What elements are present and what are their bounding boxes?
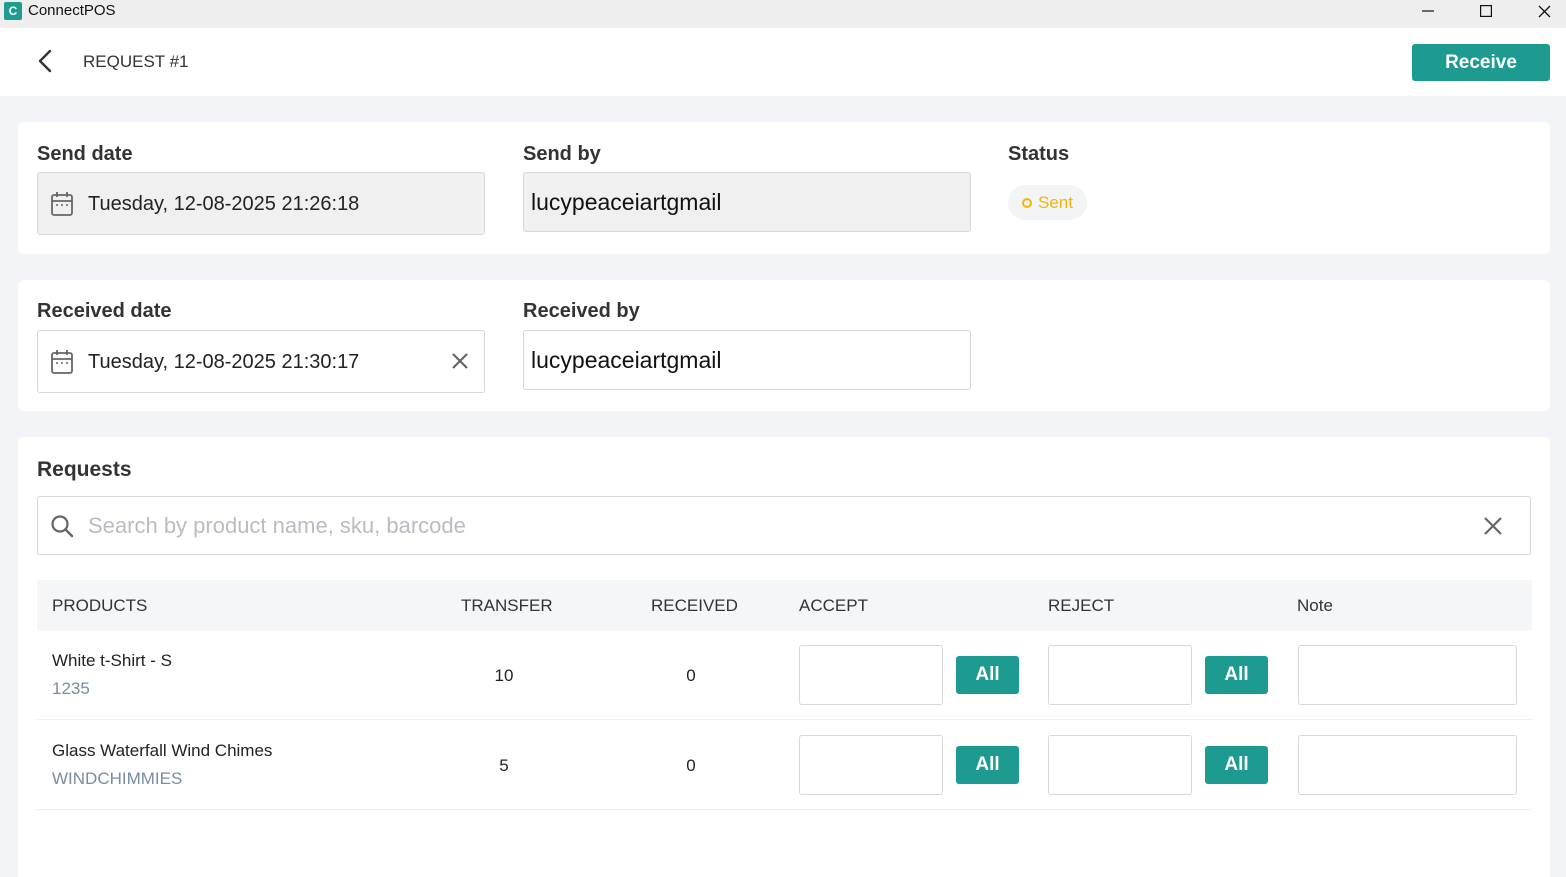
send-date-value: Tuesday, 12-08-2025 21:26:18	[88, 193, 360, 215]
requests-card: Requests PRODUCTS TRANSFER RECEIVED ACCE…	[18, 437, 1550, 877]
accept-qty-input[interactable]	[799, 735, 943, 795]
send-date-field: Tuesday, 12-08-2025 21:26:18	[37, 172, 485, 235]
column-header-accept: ACCEPT	[799, 596, 868, 615]
column-header-reject: REJECT	[1048, 596, 1115, 615]
transfer-qty: 10	[494, 666, 514, 685]
status-value: Sent	[1038, 192, 1073, 212]
status-badge: Sent	[1008, 185, 1087, 220]
clear-date-icon[interactable]	[448, 349, 472, 378]
table-header: PRODUCTS TRANSFER RECEIVED ACCEPT REJECT…	[37, 580, 1532, 631]
reject-all-button[interactable]: All	[1205, 656, 1268, 694]
transfer-qty: 5	[499, 756, 509, 775]
status-label: Status	[1008, 143, 1070, 165]
received-date-label: Received date	[37, 300, 172, 322]
table-row: White t-Shirt - S 1235 10 0 All All	[37, 631, 1532, 720]
status-dot-icon	[1022, 197, 1032, 208]
receive-info-card: Received date Tuesday, 12-08-2025 21:30:…	[18, 280, 1550, 411]
note-input[interactable]	[1298, 645, 1517, 705]
send-date-label: Send date	[37, 143, 133, 165]
received-by-label: Received by	[523, 300, 640, 322]
product-sku: WINDCHIMMIES	[52, 769, 183, 788]
back-arrow-icon[interactable]	[30, 46, 60, 76]
send-info-card: Send date Tuesday, 12-08-2025 21:26:18 S…	[18, 122, 1550, 254]
connectpos-logo-icon: C	[4, 2, 22, 20]
reject-qty-input[interactable]	[1048, 645, 1192, 705]
accept-all-button[interactable]: All	[956, 746, 1019, 784]
send-by-label: Send by	[523, 143, 601, 165]
window-titlebar: C ConnectPOS	[0, 0, 1566, 28]
product-name: White t-Shirt - S	[52, 651, 172, 670]
accept-qty-input[interactable]	[799, 645, 943, 705]
page-title: REQUEST #1	[83, 52, 189, 71]
column-header-products: PRODUCTS	[52, 596, 148, 615]
calendar-icon	[50, 349, 74, 380]
column-header-transfer: TRANSFER	[461, 596, 553, 615]
received-by-field[interactable]: lucypeaceiartgmail	[523, 330, 971, 390]
received-date-field[interactable]: Tuesday, 12-08-2025 21:30:17	[37, 330, 485, 393]
table-row: Glass Waterfall Wind Chimes WINDCHIMMIES…	[37, 721, 1532, 810]
received-by-value: lucypeaceiartgmail	[531, 347, 722, 373]
send-by-field: lucypeaceiartgmail	[523, 172, 971, 232]
accept-all-button[interactable]: All	[956, 656, 1019, 694]
clear-search-icon[interactable]	[1482, 515, 1504, 542]
received-date-value: Tuesday, 12-08-2025 21:30:17	[88, 351, 360, 373]
receive-button[interactable]: Receive	[1412, 44, 1550, 81]
search-box	[37, 496, 1531, 555]
search-icon	[50, 514, 74, 543]
minimize-icon[interactable]	[1405, 0, 1451, 22]
calendar-icon	[50, 191, 74, 222]
received-qty: 0	[686, 756, 696, 775]
column-header-note: Note	[1297, 596, 1333, 615]
page-header: REQUEST #1 Receive	[0, 28, 1566, 96]
received-qty: 0	[686, 666, 696, 685]
reject-qty-input[interactable]	[1048, 735, 1192, 795]
product-name: Glass Waterfall Wind Chimes	[52, 741, 273, 760]
send-by-value: lucypeaceiartgmail	[531, 189, 722, 215]
search-input[interactable]	[88, 507, 1468, 545]
note-input[interactable]	[1298, 735, 1517, 795]
requests-title: Requests	[37, 458, 132, 481]
close-window-icon[interactable]	[1521, 0, 1566, 22]
column-header-received: RECEIVED	[651, 596, 738, 615]
reject-all-button[interactable]: All	[1205, 746, 1268, 784]
maximize-icon[interactable]	[1463, 0, 1509, 22]
window-title: ConnectPOS	[28, 2, 116, 19]
product-sku: 1235	[52, 679, 90, 698]
